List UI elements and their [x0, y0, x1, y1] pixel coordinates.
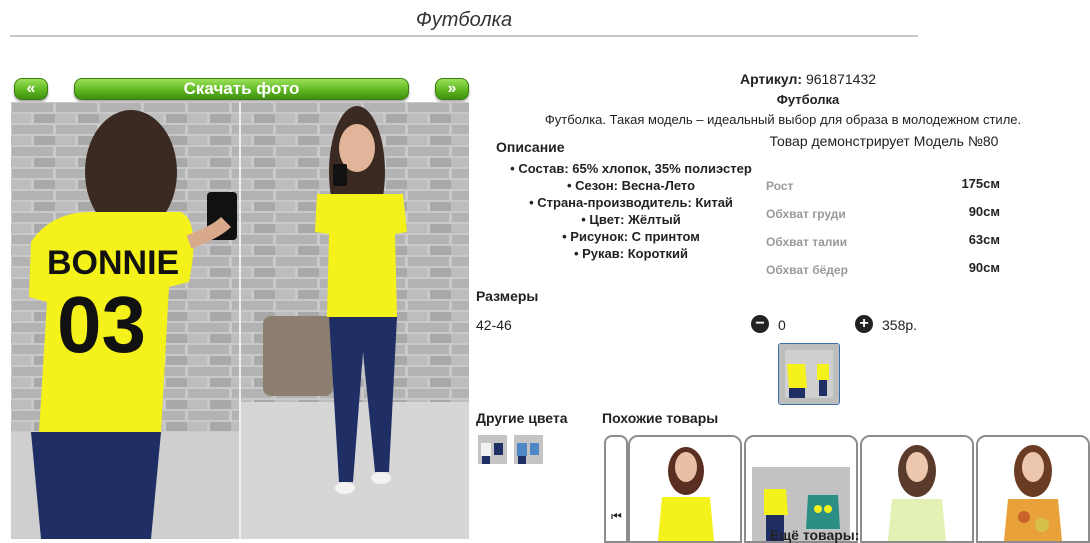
measurement-label: Обхват бёдер — [766, 263, 848, 277]
main-photo-thumbnail[interactable] — [778, 343, 840, 405]
description-item: Сезон: Весна-Лето — [476, 177, 786, 194]
print-text-top: BONNIE — [47, 244, 179, 282]
similar-products-heading: Похожие товары — [602, 410, 719, 426]
quantity-value: 0 — [778, 317, 786, 333]
skip-first-icon: ⏮ — [611, 509, 622, 523]
description-item: Страна-производитель: Китай — [476, 194, 786, 211]
similar-product-image — [630, 437, 740, 541]
measurement-chest: Обхват груди 90см — [766, 204, 1002, 224]
title-divider — [10, 35, 918, 37]
description-list: Состав: 65% хлопок, 35% полиэстер Сезон:… — [476, 160, 786, 262]
model-note: Товар демонстрирует Модель №80 — [769, 133, 999, 149]
size-price: 358р. — [882, 317, 918, 333]
description-item: Цвет: Жёлтый — [476, 211, 786, 228]
similar-product-image — [746, 437, 856, 541]
description-heading: Описание — [496, 139, 565, 155]
similar-product-image — [978, 437, 1088, 541]
swatch-image — [514, 435, 543, 464]
similar-product-card[interactable] — [628, 435, 742, 543]
thumbnail-image — [779, 344, 839, 404]
page-title: Футболка — [415, 9, 513, 31]
measurement-label: Рост — [766, 179, 794, 193]
similar-product-image — [862, 437, 972, 541]
other-color-swatch[interactable] — [478, 435, 507, 464]
product-description: Футболка. Такая модель – идеальный выбор… — [544, 112, 1022, 127]
article-number: Артикул: 961871432 — [680, 71, 936, 87]
similar-product-card[interactable] — [976, 435, 1090, 543]
measurement-value: 63см — [968, 232, 1000, 247]
swatch-image — [478, 435, 507, 464]
size-name: 42-46 — [476, 317, 512, 333]
plus-circle-icon[interactable]: + — [855, 315, 873, 333]
measurement-value: 175см — [961, 176, 1000, 191]
measurement-label: Обхват груди — [766, 207, 846, 221]
next-photo-button[interactable]: » — [435, 78, 469, 100]
similar-product-card[interactable] — [860, 435, 974, 543]
article-value: 961871432 — [805, 71, 877, 87]
print-text-bottom: 03 — [57, 280, 146, 369]
other-color-swatch[interactable] — [514, 435, 543, 464]
description-item: Рукав: Короткий — [476, 245, 786, 262]
sizes-heading: Размеры — [476, 288, 539, 304]
minus-circle-icon[interactable]: − — [751, 315, 769, 333]
description-item: Рисунок: С принтом — [476, 228, 786, 245]
more-products-link[interactable]: Ещё товары: — [770, 527, 859, 543]
carousel-first-button[interactable]: ⏮ — [604, 435, 628, 543]
description-item: Состав: 65% хлопок, 35% полиэстер — [476, 160, 786, 177]
measurement-value: 90см — [968, 204, 1000, 219]
measurement-waist: Обхват талии 63см — [766, 232, 1002, 252]
prev-photo-button[interactable]: « — [14, 78, 48, 100]
measurement-value: 90см — [968, 260, 1000, 275]
measurement-height: Рост 175см — [766, 176, 1002, 196]
download-photo-button[interactable]: Скачать фото — [74, 78, 409, 100]
product-name: Футболка — [776, 92, 840, 107]
product-photo-image: BONNIE 03 — [11, 102, 469, 539]
other-colors-heading: Другие цвета — [476, 410, 568, 426]
measurement-hips: Обхват бёдер 90см — [766, 260, 1002, 280]
product-photo[interactable]: BONNIE 03 — [11, 102, 469, 539]
measurement-label: Обхват талии — [766, 235, 848, 249]
article-label: Артикул: — [739, 71, 803, 87]
